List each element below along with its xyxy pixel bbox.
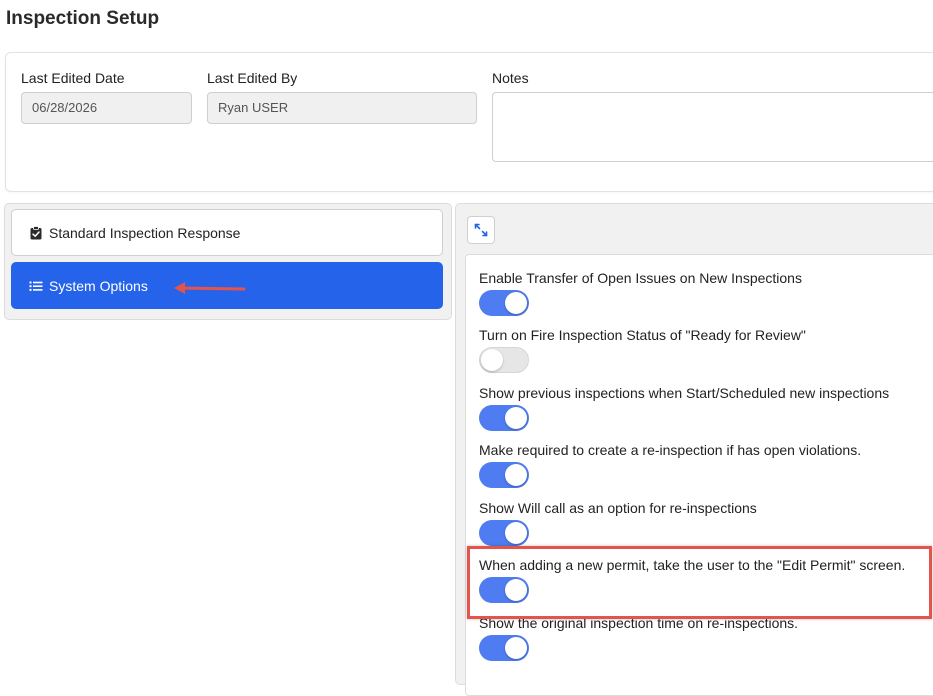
toggle-knob [505, 292, 527, 314]
toggle-switch[interactable] [479, 635, 529, 661]
list-icon [29, 279, 43, 293]
notes-label: Notes [492, 70, 529, 86]
toggle-switch[interactable] [479, 290, 529, 316]
toggle-knob [505, 522, 527, 544]
last-edited-date-field: 06/28/2026 [21, 92, 192, 124]
toggle-switch[interactable] [479, 520, 529, 546]
option-label: Turn on Fire Inspection Status of "Ready… [479, 327, 806, 343]
options-list: Enable Transfer of Open Issues on New In… [465, 254, 933, 696]
option-label: Make required to create a re-inspection … [479, 442, 862, 458]
option-original-inspection-time: Show the original inspection time on re-… [479, 615, 798, 661]
toggle-switch[interactable] [479, 577, 529, 603]
last-edited-by-label: Last Edited By [207, 70, 298, 86]
nav-item-label: Standard Inspection Response [49, 224, 241, 241]
toggle-switch[interactable] [479, 462, 529, 488]
option-edit-permit-redirect: When adding a new permit, take the user … [479, 557, 905, 603]
nav-item-label: System Options [49, 277, 148, 294]
toggle-knob [481, 349, 503, 371]
last-edited-date-label: Last Edited Date [21, 70, 125, 86]
option-ready-for-review-status: Turn on Fire Inspection Status of "Ready… [479, 327, 806, 373]
option-label: Show Will call as an option for re-inspe… [479, 500, 757, 516]
toggle-switch[interactable] [479, 347, 529, 373]
options-nav-panel: Standard Inspection Response System Opti… [4, 203, 452, 320]
notes-textarea[interactable] [492, 92, 933, 162]
last-edited-by-field: Ryan USER [207, 92, 477, 124]
annotation-arrow [174, 282, 246, 294]
toggle-knob [505, 464, 527, 486]
clipboard-check-icon [29, 225, 43, 240]
system-options-panel: Enable Transfer of Open Issues on New In… [455, 203, 933, 696]
option-label: Show the original inspection time on re-… [479, 615, 799, 631]
option-label: Enable Transfer of Open Issues on New In… [479, 270, 802, 286]
expand-icon [473, 222, 489, 238]
option-show-will-call: Show Will call as an option for re-inspe… [479, 500, 757, 546]
meta-card: Last Edited Date 06/28/2026 Last Edited … [5, 52, 933, 192]
toggle-knob [505, 407, 527, 429]
option-require-reinspection: Make required to create a re-inspection … [479, 442, 861, 488]
option-label: Show previous inspections when Start/Sch… [479, 385, 890, 401]
option-transfer-open-issues: Enable Transfer of Open Issues on New In… [479, 270, 802, 316]
option-label: When adding a new permit, take the user … [479, 557, 906, 573]
nav-standard-inspection-response[interactable]: Standard Inspection Response [11, 209, 443, 256]
page-title: Inspection Setup [6, 8, 160, 29]
expand-button[interactable] [467, 216, 495, 244]
toggle-switch[interactable] [479, 405, 529, 431]
toggle-knob [505, 637, 527, 659]
toggle-knob [505, 579, 527, 601]
option-show-previous-inspections: Show previous inspections when Start/Sch… [479, 385, 889, 431]
